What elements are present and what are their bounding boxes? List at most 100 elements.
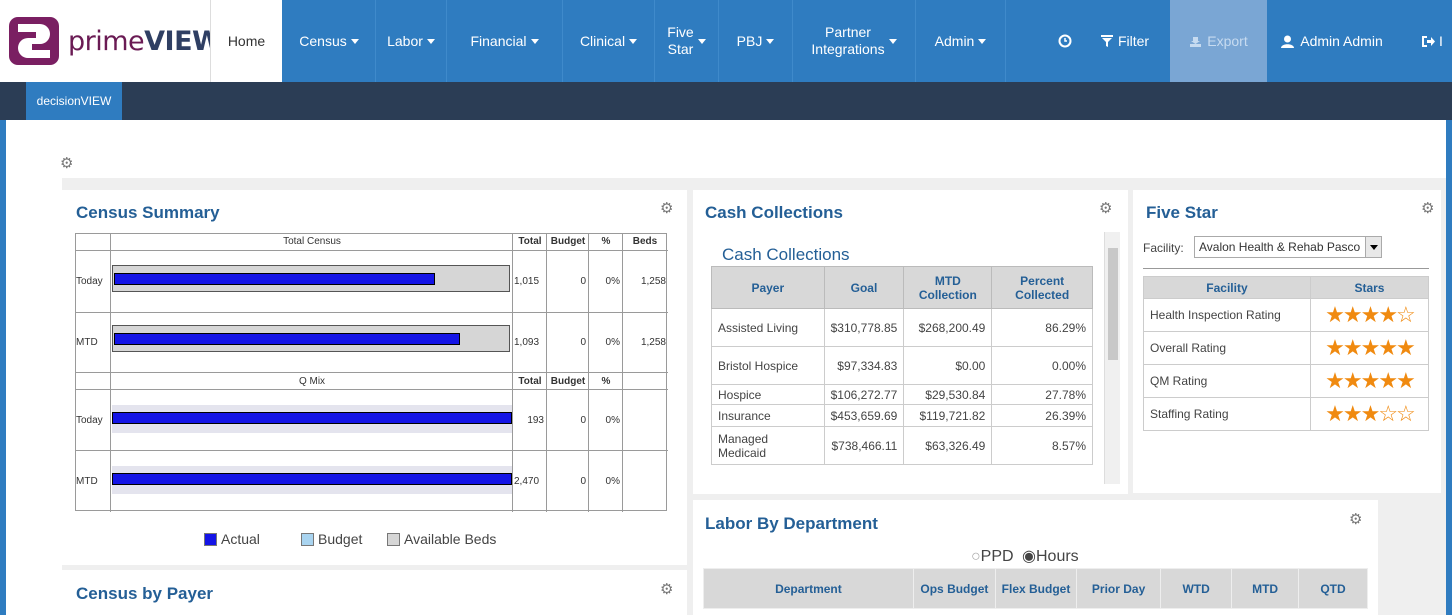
filter-icon — [1100, 35, 1113, 47]
star-rating: ★★★★★ — [1309, 331, 1430, 365]
col-facility: Facility — [1143, 276, 1311, 299]
dashboard-settings-gear-icon[interactable]: ⚙ — [60, 154, 73, 172]
col-department: Department — [703, 568, 914, 609]
col-total: Total — [518, 376, 542, 387]
table-row: Insurance $453,659.69 $119,721.82 26.39% — [711, 404, 1093, 427]
frame-right-border — [1446, 120, 1452, 615]
sub-navbar — [0, 82, 1452, 120]
today-pct: 0% — [605, 276, 620, 287]
filter-button[interactable]: Filter — [1092, 0, 1158, 82]
census-by-payer-gear-icon[interactable]: ⚙ — [660, 580, 673, 598]
col-prior-day: Prior Day — [1076, 568, 1162, 609]
cash-collections-subtitle: Cash Collections — [722, 245, 850, 264]
col-budget: Budget — [550, 376, 586, 387]
actual-bar — [114, 273, 435, 285]
legend-actual: Actual — [204, 531, 260, 547]
export-button[interactable]: Export — [1170, 0, 1267, 82]
col-beds: Beds — [632, 236, 658, 247]
cash-collections-gear-icon[interactable]: ⚙ — [1099, 199, 1112, 217]
today-budget: 0 — [580, 276, 586, 287]
table-row: Health Inspection Rating ★★★★☆ — [1143, 298, 1430, 332]
clock-icon[interactable] — [1050, 0, 1080, 82]
export-icon — [1190, 36, 1202, 47]
star-rating: ★★★★☆ — [1309, 298, 1430, 332]
radio-hours[interactable]: ◉ — [1022, 548, 1036, 565]
facility-select[interactable]: Avalon Health & Rehab Pasco — [1194, 236, 1382, 258]
labor-gear-icon[interactable]: ⚙ — [1349, 510, 1362, 528]
facility-label: Facility: — [1143, 241, 1184, 255]
actual-bar — [112, 412, 512, 424]
table-row: Assisted Living $310,778.85 $268,200.49 86.… — [711, 308, 1093, 347]
logout-icon — [1422, 35, 1435, 47]
user-icon — [1281, 35, 1295, 48]
col-pct: % — [601, 236, 611, 247]
logout-button[interactable]: I — [1422, 0, 1452, 82]
nav-home[interactable]: Home — [210, 0, 282, 82]
today-beds: 1,258 — [640, 276, 666, 287]
nav-financial[interactable]: Financial — [447, 0, 563, 82]
census-summary-chart: Total Census Total Budget % Beds Today 1… — [75, 233, 668, 512]
tab-decisionview[interactable]: decisionVIEW — [26, 82, 122, 120]
col-total: Total — [518, 236, 542, 247]
cash-collections-scrollbar[interactable] — [1104, 232, 1120, 484]
qmix-today-pct: 0% — [605, 414, 620, 426]
star-rating: ★★★☆☆ — [1309, 397, 1430, 431]
chevron-down-icon[interactable] — [1365, 237, 1381, 257]
col-goal: Goal — [823, 266, 905, 309]
mtd-beds: 1,258 — [640, 337, 666, 348]
census-summary-gear-icon[interactable]: ⚙ — [660, 199, 673, 217]
actual-bar — [112, 473, 512, 485]
col-qtd: QTD — [1298, 568, 1368, 609]
total-census-header: Total Census — [283, 236, 341, 247]
qmix-today-budget: 0 — [580, 414, 586, 426]
nav-partner-integrations[interactable]: Partner Integrations — [793, 0, 916, 82]
five-star-title: Five Star — [1146, 203, 1218, 222]
nav-clinical[interactable]: Clinical — [563, 0, 655, 82]
mtd-total: 1,093 — [514, 337, 540, 348]
labor-mode-radio-group: ○PPD ◉Hours — [971, 546, 1079, 566]
legend-budget: Budget — [301, 531, 362, 547]
row-label-mtd: MTD — [76, 337, 98, 348]
scroll-thumb[interactable] — [1108, 248, 1118, 360]
user-menu[interactable]: Admin Admin — [1270, 0, 1394, 82]
row-label-today: Today — [76, 276, 103, 287]
labor-title: Labor By Department — [705, 514, 878, 533]
cash-collections-title: Cash Collections — [705, 203, 843, 222]
nav-admin[interactable]: Admin — [916, 0, 1006, 82]
nav-five-star[interactable]: Five Star — [655, 0, 719, 82]
mtd-budget: 0 — [580, 337, 586, 348]
nav-census[interactable]: Census — [283, 0, 376, 82]
row-label-today: Today — [76, 414, 103, 426]
col-ops-budget: Ops Budget — [912, 568, 996, 609]
table-row: QM Rating ★★★★★ — [1143, 364, 1430, 398]
qmix-today-total: 193 — [527, 414, 544, 426]
table-row: Bristol Hospice $97,334.83 $0.00 0.00% — [711, 346, 1093, 385]
table-row: Hospice $106,272.77 $29,530.84 27.78% — [711, 384, 1093, 405]
nav-labor[interactable]: Labor — [376, 0, 447, 82]
col-mtd-collection: MTD Collection — [903, 266, 993, 309]
col-wtd: WTD — [1160, 568, 1233, 609]
radio-ppd[interactable]: ○ — [971, 548, 981, 565]
census-summary-title: Census Summary — [76, 203, 220, 222]
five-star-table: Facility Stars Health Inspection Rating ★… — [1143, 276, 1430, 431]
col-pct: % — [601, 376, 611, 387]
five-star-gear-icon[interactable]: ⚙ — [1421, 199, 1434, 217]
col-flex-budget: Flex Budget — [994, 568, 1078, 609]
table-row: Managed Medicaid $738,466.11 $63,326.49 8.5… — [711, 426, 1093, 465]
table-clip — [693, 484, 1128, 494]
q-mix-header: Q Mix — [298, 376, 326, 387]
census-by-payer-title: Census by Payer — [76, 584, 214, 603]
cash-collections-table: Payer Goal MTD Collection Percent Collec… — [711, 266, 1093, 465]
nav-pbj[interactable]: PBJ — [719, 0, 793, 82]
radio-hours-label: Hours — [1036, 548, 1079, 565]
col-budget: Budget — [550, 236, 586, 247]
col-percent-collected: Percent Collected — [991, 266, 1093, 309]
col-payer: Payer — [711, 266, 825, 309]
logo-mark-icon — [9, 17, 59, 65]
col-mtd: MTD — [1231, 568, 1300, 609]
actual-bar — [114, 333, 460, 345]
frame-left-border — [0, 120, 6, 615]
legend-available-beds: Available Beds — [387, 531, 496, 547]
brand-logo[interactable]: primeVIEW — [0, 0, 222, 82]
star-rating: ★★★★★ — [1309, 364, 1430, 398]
